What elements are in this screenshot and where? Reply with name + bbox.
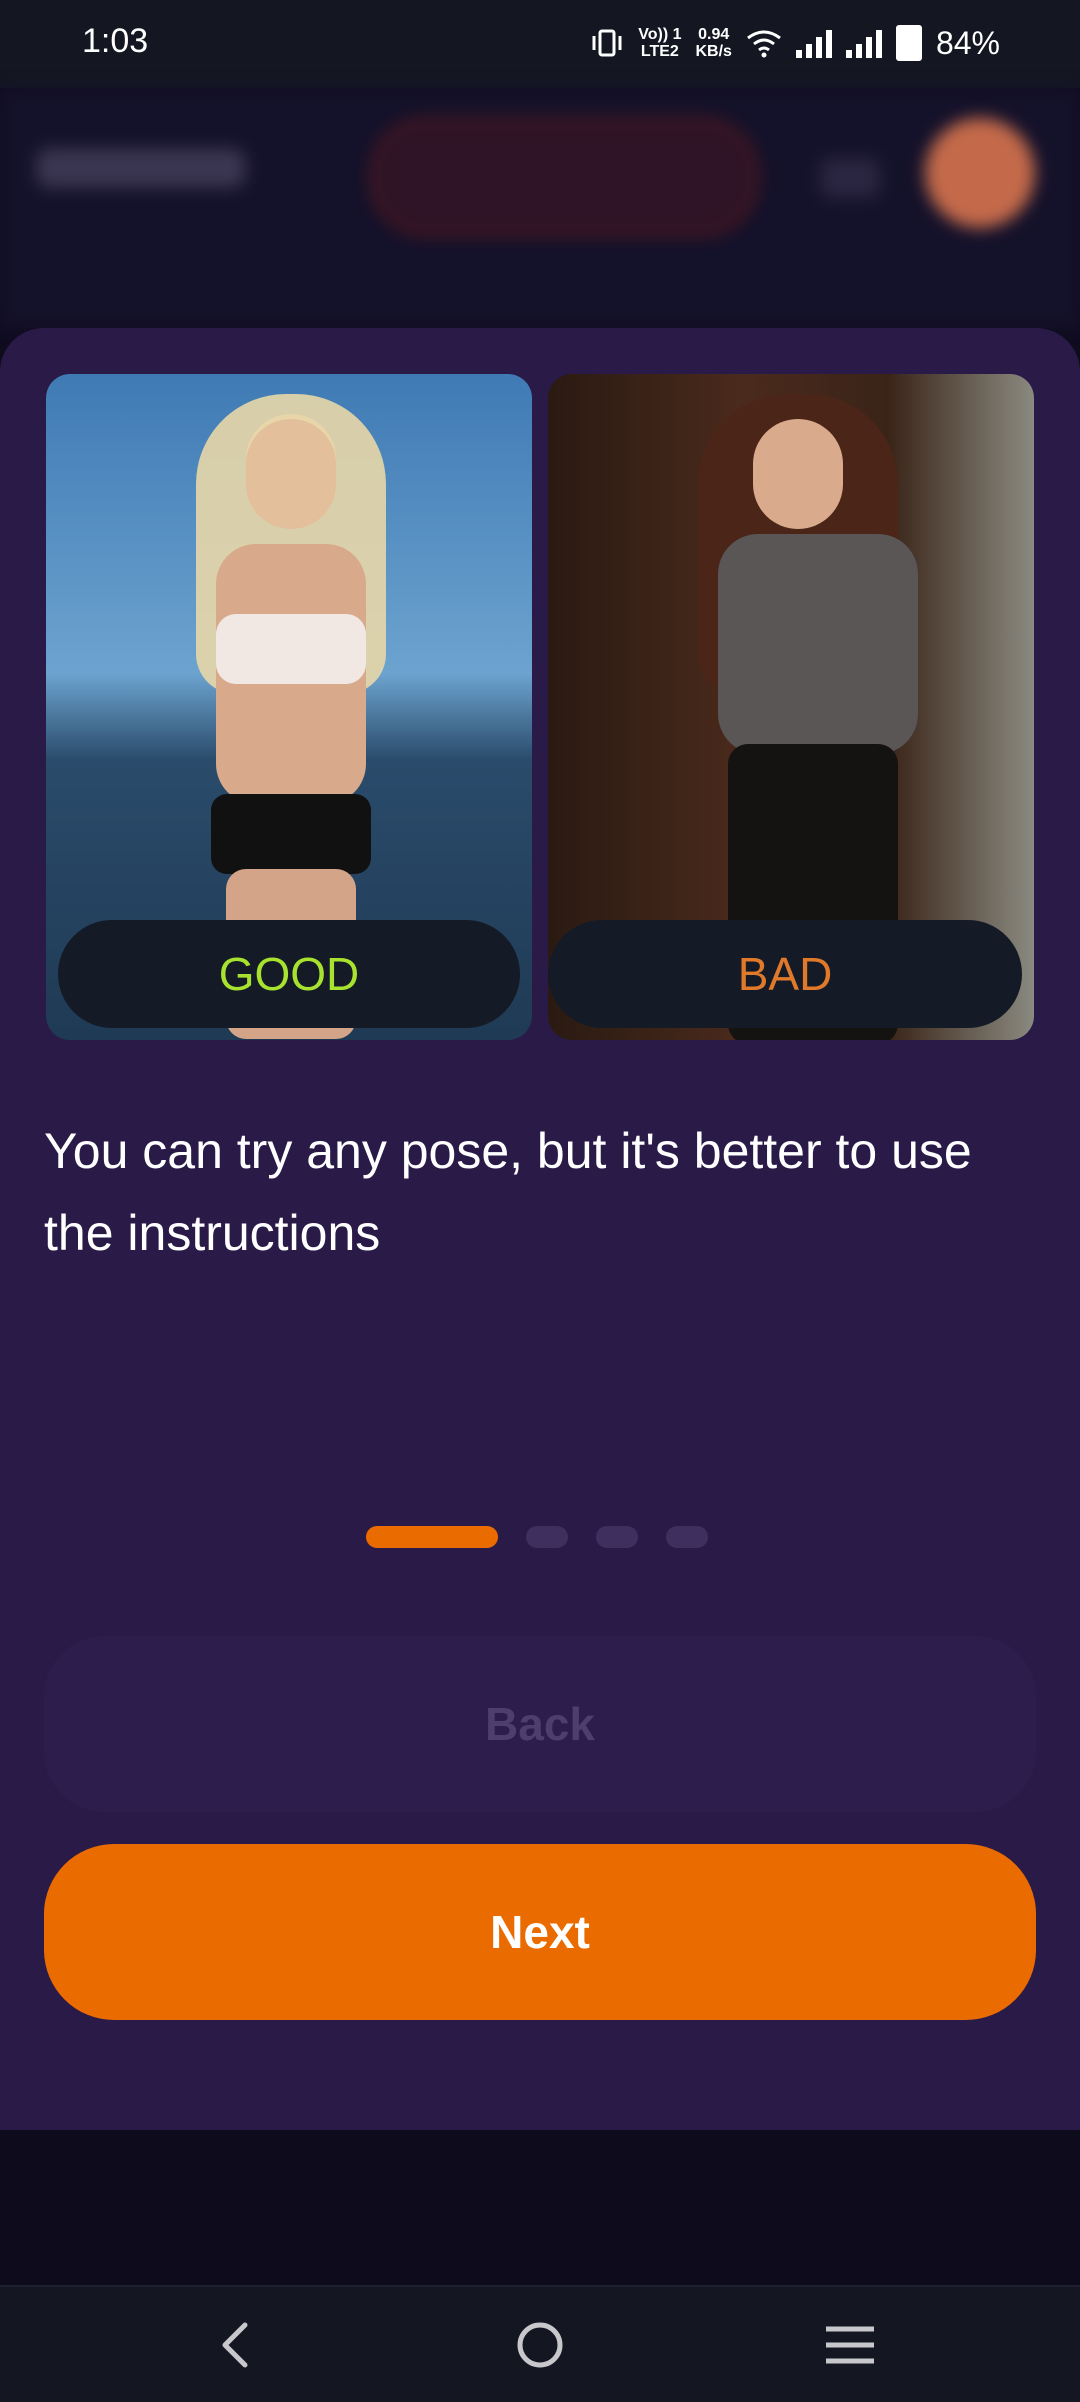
battery-icon: [895, 25, 922, 61]
battery-percent: 84%: [935, 24, 1000, 61]
background-pill-button: [370, 118, 758, 236]
background-app-header: [0, 88, 1080, 328]
page-dot-1: [366, 1526, 498, 1548]
wifi-icon: [747, 30, 781, 58]
figure-shirt: [718, 534, 918, 754]
good-example-photo: GOOD: [46, 374, 532, 1040]
instruction-text: You can try any pose, but it's better to…: [44, 1123, 972, 1261]
back-button-label: Back: [485, 1698, 595, 1750]
good-label-text: GOOD: [218, 948, 360, 1000]
network-type: Vo)) 1 LTE2: [638, 26, 682, 60]
background-icon: [820, 158, 880, 198]
system-nav-bar: [0, 2285, 1080, 2402]
status-bar: 1:03 Vo)) 1 LTE2 0.94 KB/s 84%: [0, 0, 1080, 88]
instruction-sheet: GOOD BAD You can try any pose, but it's …: [0, 328, 1080, 2130]
page-dot-2: [526, 1526, 568, 1548]
page-indicator: [366, 1526, 708, 1548]
figure-top: [216, 614, 366, 684]
bad-label: BAD: [548, 920, 1022, 1028]
bad-example-photo: BAD: [548, 374, 1034, 1040]
status-time: 1:03: [82, 22, 149, 60]
nav-back-icon[interactable]: [195, 2287, 275, 2402]
background-bottom-area: [0, 2130, 1080, 2285]
figure-face: [753, 419, 843, 529]
signal-icon-1: [795, 28, 832, 58]
page-dot-3: [596, 1526, 638, 1548]
nav-home-icon[interactable]: [500, 2287, 580, 2402]
status-icons: Vo)) 1 LTE2 0.94 KB/s 84%: [590, 18, 1000, 68]
good-label: GOOD: [58, 920, 520, 1028]
vibrate-icon: [592, 29, 622, 57]
figure-shorts: [211, 794, 371, 874]
bad-label-text: BAD: [737, 948, 833, 1000]
next-button-label: Next: [490, 1906, 590, 1958]
page-dot-4: [666, 1526, 708, 1548]
nav-menu-icon[interactable]: [810, 2287, 890, 2402]
back-button[interactable]: Back: [44, 1636, 1036, 1812]
background-avatar: [925, 118, 1035, 228]
next-button[interactable]: Next: [44, 1844, 1036, 2020]
network-speed: 0.94 KB/s: [695, 26, 732, 60]
background-title: [36, 148, 246, 188]
signal-icon-2: [845, 28, 882, 58]
figure-face: [246, 419, 336, 529]
